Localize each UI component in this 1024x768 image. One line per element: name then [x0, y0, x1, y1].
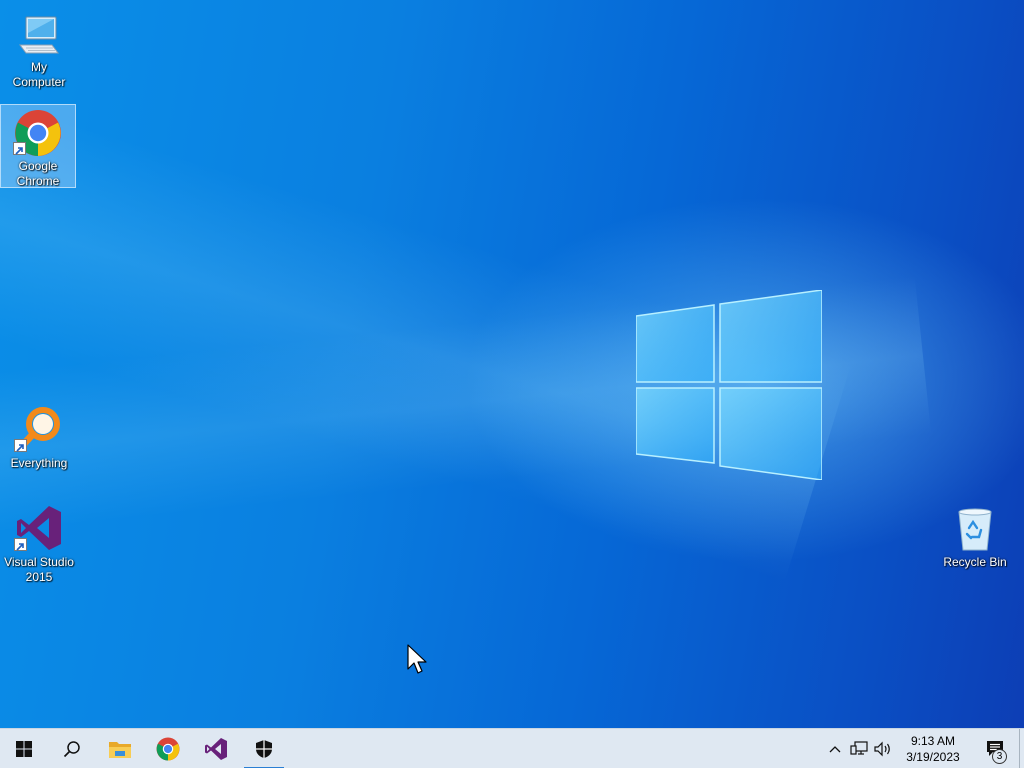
show-desktop-button[interactable] — [1019, 729, 1024, 768]
chrome-icon — [156, 737, 180, 760]
desktop[interactable]: My Computer Google Chrome Everything Vis… — [0, 0, 1024, 728]
mouse-cursor — [407, 644, 427, 674]
windows-logo-wallpaper — [636, 290, 822, 480]
desktop-icon-label: Google Chrome — [16, 159, 60, 188]
system-tray: 9:13 AM 3/19/2023 3 — [823, 729, 1024, 768]
search-button[interactable] — [48, 729, 96, 768]
windows-start-icon — [16, 740, 32, 757]
desktop-icon-recycle-bin[interactable]: Recycle Bin — [937, 499, 1013, 570]
shortcut-arrow-icon — [14, 439, 27, 452]
taskbar-windows-security[interactable] — [240, 729, 288, 768]
notification-count-badge: 3 — [992, 749, 1007, 764]
clock-time: 9:13 AM — [910, 734, 956, 748]
taskbar: 9:13 AM 3/19/2023 3 — [0, 728, 1024, 768]
volume-button[interactable] — [871, 729, 895, 768]
taskbar-chrome[interactable] — [144, 729, 192, 768]
desktop-icon-google-chrome[interactable]: Google Chrome — [0, 104, 76, 188]
desktop-icon-label: Recycle Bin — [943, 555, 1007, 569]
network-button[interactable] — [847, 729, 871, 768]
taskbar-file-explorer[interactable] — [96, 729, 144, 768]
desktop-icon-everything[interactable]: Everything — [1, 400, 77, 471]
desktop-icon-label: My Computer — [12, 60, 66, 89]
clock[interactable]: 9:13 AM 3/19/2023 — [895, 733, 971, 765]
security-shield-icon — [256, 739, 272, 758]
volume-icon — [874, 741, 890, 757]
desktop-icon-label: Everything — [10, 456, 68, 470]
taskbar-visual-studio[interactable] — [192, 729, 240, 768]
shortcut-arrow-icon — [14, 538, 27, 551]
action-center-button[interactable]: 3 — [971, 729, 1019, 768]
visual-studio-icon — [205, 737, 227, 760]
show-hidden-icons-button[interactable] — [823, 729, 847, 768]
desktop-icon-visual-studio-2015[interactable]: Visual Studio 2015 — [1, 499, 77, 585]
shortcut-arrow-icon — [13, 142, 26, 155]
clock-date: 3/19/2023 — [906, 750, 960, 764]
desktop-icon-my-computer[interactable]: My Computer — [1, 8, 77, 90]
chevron-up-icon — [829, 746, 841, 753]
network-icon — [850, 741, 868, 755]
file-explorer-icon — [109, 741, 131, 758]
start-button[interactable] — [0, 729, 48, 768]
search-icon — [63, 740, 80, 757]
desktop-icon-label: Visual Studio 2015 — [4, 555, 74, 584]
monitor-icon — [19, 16, 59, 54]
recycle-bin-icon — [958, 508, 992, 551]
